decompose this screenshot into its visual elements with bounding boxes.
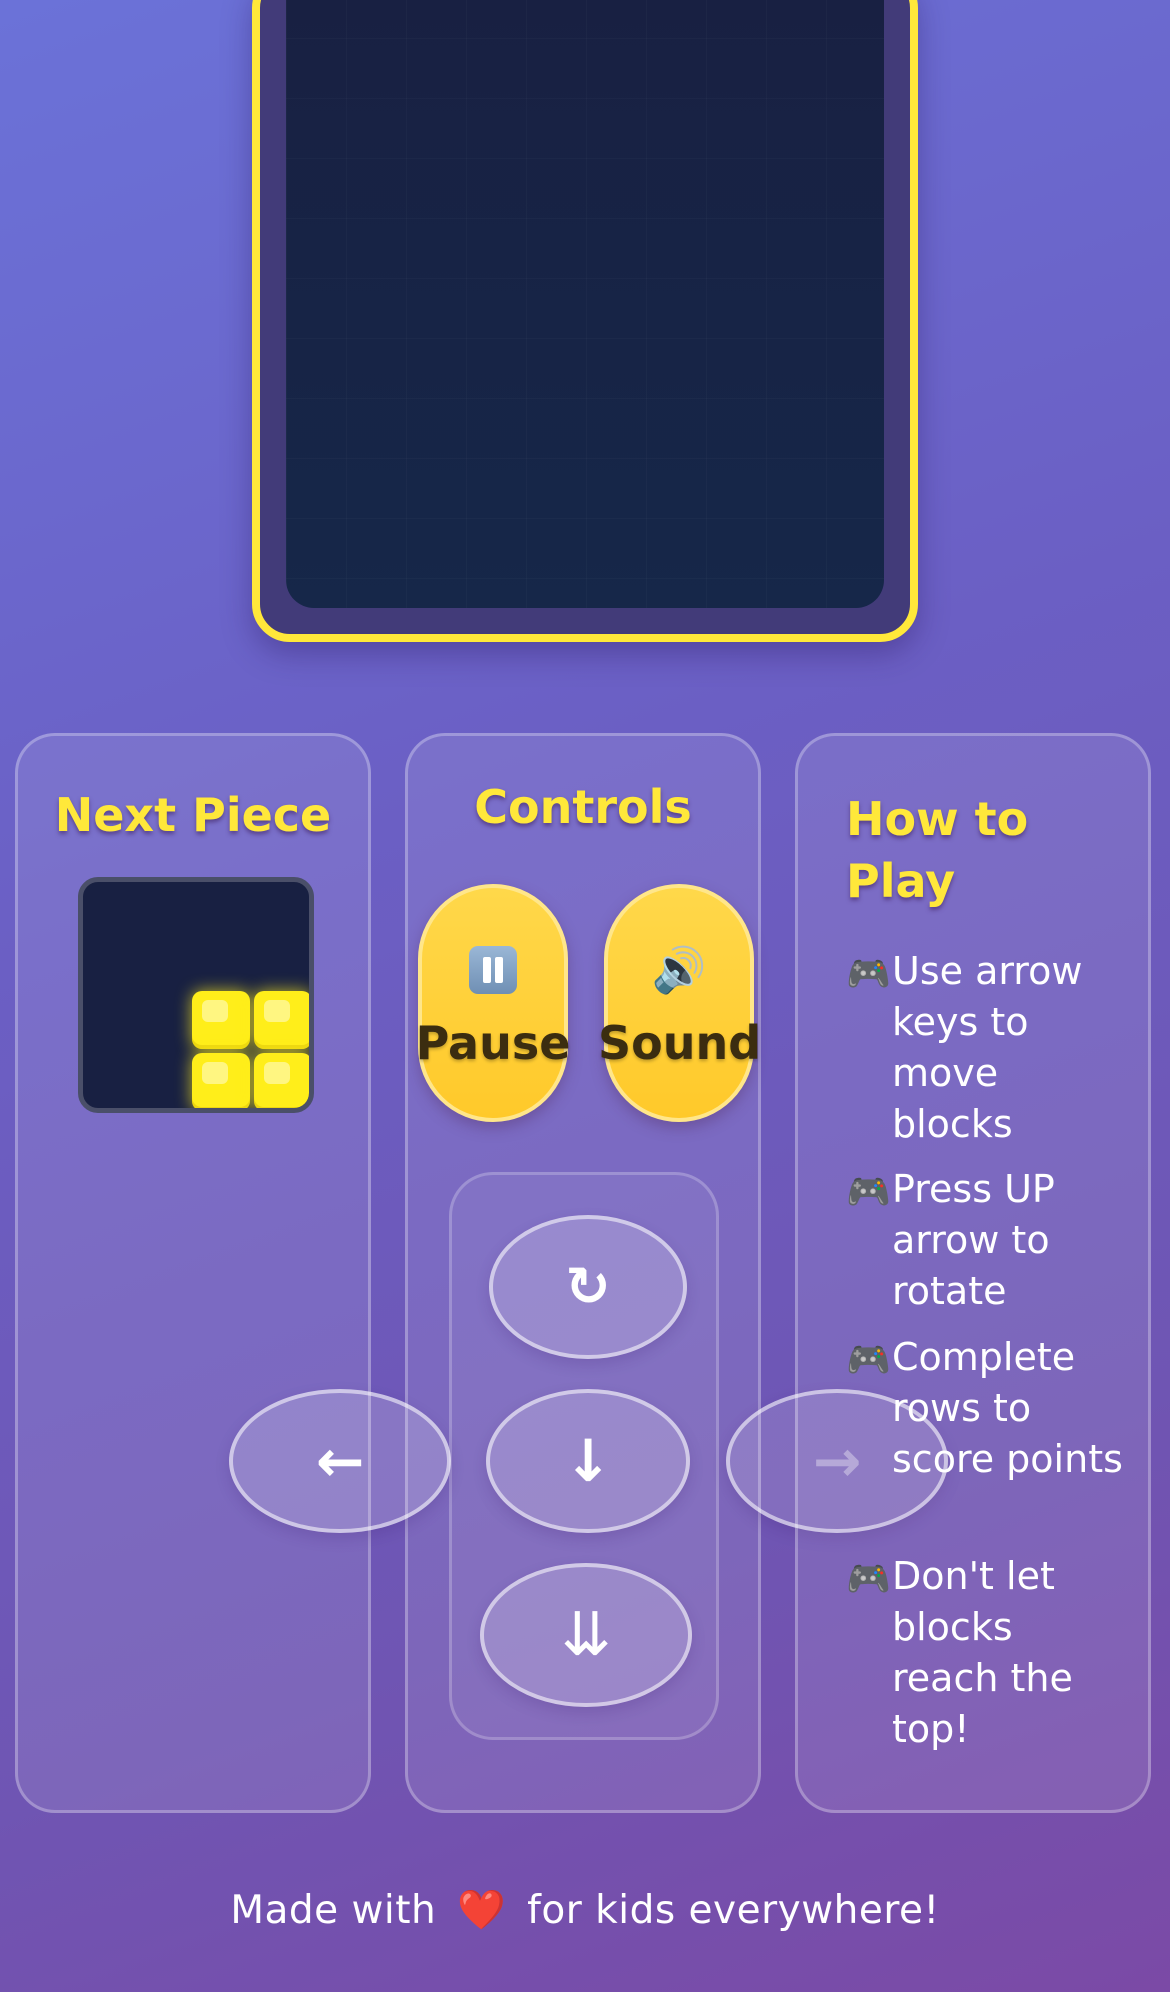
speaker-icon: 🔊 bbox=[651, 945, 707, 996]
next-piece-preview bbox=[78, 877, 314, 1113]
footer: Made with ❤️ for kids everywhere! bbox=[0, 1887, 1170, 1933]
piece-block bbox=[192, 991, 250, 1049]
move-down-button[interactable]: ↓ bbox=[486, 1389, 690, 1533]
help-item: 🎮 Press UP arrow to rotate bbox=[846, 1167, 1055, 1313]
rotate-button[interactable]: ↻ bbox=[489, 1215, 687, 1359]
help-item: 🎮 Don't let blocks reach the top! bbox=[846, 1554, 1073, 1751]
hard-drop-icon: ⇊ bbox=[560, 1600, 612, 1670]
move-left-button[interactable]: ← bbox=[229, 1389, 451, 1533]
pause-icon bbox=[422, 946, 564, 1005]
sound-label: Sound bbox=[598, 1016, 762, 1070]
piece-block bbox=[192, 1053, 250, 1108]
footer-text-after: for kids everywhere! bbox=[527, 1888, 940, 1933]
gamepad-icon: 🎮 bbox=[846, 1172, 891, 1213]
pause-button[interactable]: Pause bbox=[416, 884, 570, 1122]
hard-drop-button[interactable]: ⇊ bbox=[480, 1563, 692, 1707]
next-piece-panel: Next Piece bbox=[15, 733, 371, 1813]
gamepad-icon: 🎮 bbox=[846, 1340, 891, 1381]
piece-block bbox=[254, 991, 309, 1049]
next-piece-title: Next Piece bbox=[54, 788, 332, 842]
how-to-play-title: How to Play bbox=[846, 792, 1029, 908]
sound-button[interactable]: 🔊 Sound bbox=[598, 884, 761, 1122]
gamepad-icon: 🎮 bbox=[846, 954, 891, 995]
piece-block bbox=[254, 1053, 309, 1108]
game-board-frame bbox=[252, 0, 918, 642]
arrow-down-icon: ↓ bbox=[563, 1427, 613, 1495]
game-board[interactable] bbox=[286, 0, 884, 608]
heart-icon: ❤️ bbox=[457, 1888, 507, 1933]
arrow-left-icon: ← bbox=[315, 1427, 365, 1495]
rotate-icon: ↻ bbox=[565, 1255, 611, 1318]
pause-label: Pause bbox=[415, 1016, 571, 1070]
controls-panel: Controls Pause 🔊 Sound ↻ ← ↓ → ⇊ bbox=[229, 733, 948, 1813]
help-item: 🎮 Use arrow keys to move blocks bbox=[846, 949, 1083, 1146]
footer-text-before: Made with bbox=[230, 1888, 437, 1933]
controls-title: Controls bbox=[474, 780, 692, 834]
gamepad-icon: 🎮 bbox=[846, 1559, 891, 1600]
how-to-play-panel: How to Play 🎮 Use arrow keys to move blo… bbox=[795, 733, 1151, 1813]
help-item: 🎮 Complete rows to score points bbox=[846, 1335, 1123, 1481]
